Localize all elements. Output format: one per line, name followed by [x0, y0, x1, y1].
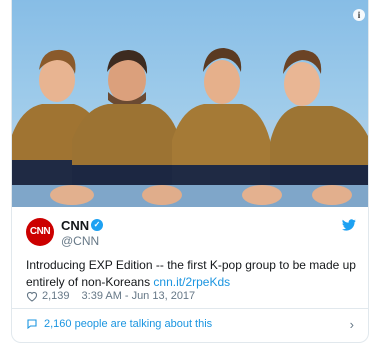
twitter-bird-icon[interactable] — [342, 219, 356, 231]
author-handle[interactable]: @CNN — [61, 234, 99, 248]
tweet-text: Introducing EXP Edition -- the first K-p… — [26, 257, 361, 291]
author-display-name[interactable]: CNN — [61, 218, 89, 233]
tweet-time[interactable]: 3:39 AM — [82, 290, 122, 302]
heart-icon[interactable] — [26, 291, 38, 302]
divider — [12, 308, 368, 309]
comment-bubble-icon — [26, 318, 38, 330]
embedded-tweet-card[interactable]: i CNN CNN ✓ @CNN Introducing EXP Edition… — [11, 0, 369, 343]
info-icon[interactable]: i — [353, 9, 365, 21]
avatar[interactable]: CNN — [26, 218, 54, 246]
tweet-header: CNN CNN ✓ @CNN — [12, 207, 368, 253]
tweet-date[interactable]: Jun 13, 2017 — [132, 290, 196, 302]
tweet-link[interactable]: cnn.it/2rpeKds — [153, 275, 230, 289]
chevron-right-icon[interactable]: › — [350, 318, 354, 331]
verified-badge-icon: ✓ — [91, 219, 103, 231]
group-photo-illustration — [12, 48, 368, 207]
tweet-meta: 2,139 3:39 AM - Jun 13, 2017 — [26, 290, 195, 302]
conversation-link[interactable]: 2,160 people are talking about this — [26, 318, 356, 330]
tweet-photo[interactable]: i — [12, 0, 368, 207]
conversation-count-text: 2,160 people are talking about this — [44, 318, 213, 330]
like-count[interactable]: 2,139 — [42, 290, 70, 302]
